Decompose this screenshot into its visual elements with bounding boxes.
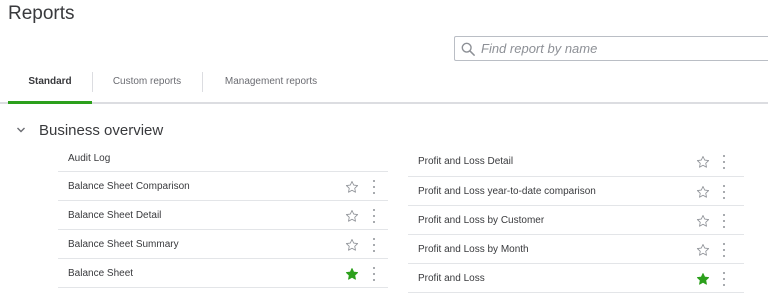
more-options-icon[interactable] [722,242,726,257]
more-options-icon[interactable] [372,179,376,194]
search-icon [461,42,475,56]
report-label: Profit and Loss by Customer [418,214,545,226]
report-label: Profit and Loss by Month [418,243,529,255]
report-row-profit-and-loss-by-customer[interactable]: Profit and Loss by Customer [408,206,744,235]
section-title: Business overview [39,121,164,139]
section-toggle-business-overview[interactable]: Business overview [16,121,163,139]
star-outline-icon[interactable] [345,238,359,252]
star-filled-icon[interactable] [696,272,710,286]
more-options-icon[interactable] [722,271,726,286]
report-row-profit-and-loss[interactable]: Profit and Loss [408,264,744,293]
report-row-balance-sheet-summary[interactable]: Balance Sheet Summary [58,230,388,259]
star-outline-icon[interactable] [696,243,710,257]
search-input[interactable] [481,41,761,56]
report-label: Profit and Loss [418,272,485,284]
report-label: Balance Sheet [68,267,134,279]
report-list-right: Profit and Loss Detail Profit and Loss ye… [408,145,744,293]
report-row-balance-sheet-detail[interactable]: Balance Sheet Detail [58,201,388,230]
report-row-audit-log[interactable]: Audit Log [58,145,388,172]
report-label: Balance Sheet Detail [68,209,162,221]
report-label: Audit Log [68,152,111,164]
page-title: Reports [8,3,75,24]
report-list-left: Audit Log Balance Sheet Comparison Balance… [58,145,388,293]
report-label: Profit and Loss year-to-date comparison [418,185,596,197]
tab-custom-reports[interactable]: Custom reports [93,64,201,102]
star-filled-icon[interactable] [345,267,359,281]
more-options-icon[interactable] [372,208,376,223]
report-row-profit-and-loss-detail[interactable]: Profit and Loss Detail [408,147,744,177]
more-options-icon[interactable] [722,213,726,228]
tab-standard[interactable]: Standard [8,64,92,104]
chevron-down-icon [17,127,25,133]
report-row-balance-sheet[interactable]: Balance Sheet [58,259,388,288]
star-outline-icon[interactable] [345,180,359,194]
report-tabs: Standard Custom reports Management repor… [0,64,768,104]
more-options-icon[interactable] [372,237,376,252]
star-outline-icon[interactable] [696,185,710,199]
more-options-icon[interactable] [372,266,376,281]
report-label: Balance Sheet Summary [68,238,179,250]
report-label: Balance Sheet Comparison [68,180,190,192]
more-options-icon[interactable] [722,155,726,169]
report-label: Profit and Loss Detail [418,156,514,167]
report-row-balance-sheet-comparison[interactable]: Balance Sheet Comparison [58,172,388,201]
report-row-profit-and-loss-by-month[interactable]: Profit and Loss by Month [408,235,744,264]
search-box[interactable] [454,36,768,61]
more-options-icon[interactable] [722,184,726,199]
report-row-profit-and-loss-year-to-date-comparison[interactable]: Profit and Loss year-to-date comparison [408,177,744,206]
tab-management-reports[interactable]: Management reports [203,64,339,102]
star-outline-icon[interactable] [696,214,710,228]
star-outline-icon[interactable] [696,155,710,169]
star-outline-icon[interactable] [345,209,359,223]
